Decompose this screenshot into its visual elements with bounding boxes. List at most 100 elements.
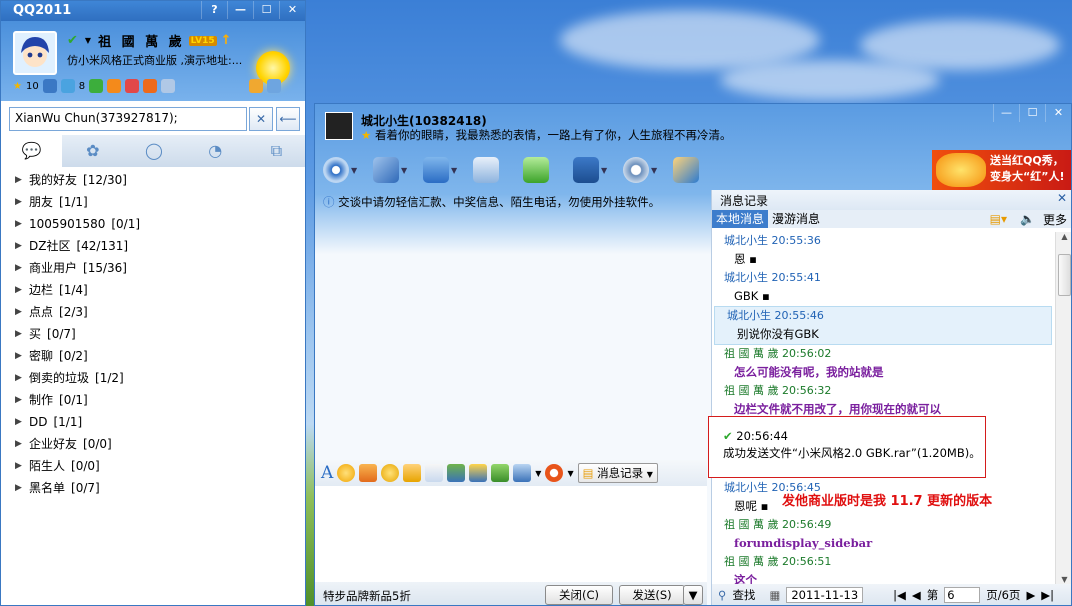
- screenshot-icon[interactable]: [513, 464, 532, 482]
- expand-arrow-icon: ▶: [15, 351, 22, 361]
- friend-group[interactable]: ▶ 朋友 [1/1]: [1, 191, 305, 213]
- send-button[interactable]: 发送(S): [619, 585, 685, 605]
- chevron-down-icon[interactable]: ▼: [535, 469, 541, 478]
- send-file-button[interactable]: ▼: [423, 156, 463, 184]
- friend-group[interactable]: ▶ 边栏 [1/4]: [1, 279, 305, 301]
- search-enter-button[interactable]: ⟵: [276, 107, 300, 131]
- qzone-star-icon[interactable]: ★: [13, 81, 22, 92]
- signature-text[interactable]: 仿小米风格正式商业版 ,演示地址:...: [67, 52, 267, 68]
- weibo-icon[interactable]: [42, 79, 57, 93]
- create-discussion-button[interactable]: [523, 156, 563, 184]
- search-input[interactable]: XianWu Chun(373927817);: [9, 107, 247, 131]
- music-icon[interactable]: [469, 464, 488, 482]
- friend-group[interactable]: ▶ 陌生人 [0/0]: [1, 455, 305, 477]
- hand-icon[interactable]: [403, 464, 422, 482]
- mail-icon[interactable]: [60, 79, 75, 93]
- online-status-icon[interactable]: ✔: [67, 33, 81, 48]
- tab-contacts[interactable]: 💬: [1, 135, 63, 167]
- send-image-icon[interactable]: [491, 464, 510, 482]
- chat-maximize-button[interactable]: ☐: [1019, 104, 1045, 122]
- send-options-button[interactable]: ▼: [683, 585, 703, 605]
- help-icon[interactable]: ?: [201, 1, 227, 19]
- nickname: 祖 國 萬 歲: [98, 35, 185, 50]
- page-input[interactable]: 6: [944, 587, 981, 603]
- contact-avatar[interactable]: [325, 112, 353, 140]
- screen-icon: [473, 157, 499, 183]
- chat-header: 城北小生(10382418) ★ 看着你的眼睛，我最熟悉的表情，一路上有了你，人…: [315, 104, 1071, 152]
- friend-group[interactable]: ▶ 点点 [2/3]: [1, 301, 305, 323]
- friend-group[interactable]: ▶ 我的好友 [12/30]: [1, 169, 305, 191]
- skin-icon[interactable]: [267, 79, 282, 93]
- qqshow-ad-banner[interactable]: 送当红QQ秀， 变身大“红”人!: [932, 150, 1071, 190]
- sync-button[interactable]: [673, 156, 713, 184]
- next-page-icon[interactable]: ▶: [1026, 588, 1035, 602]
- shake-icon[interactable]: [381, 464, 400, 482]
- apps-button[interactable]: ▼: [573, 156, 613, 184]
- friend-group[interactable]: ▶ 黑名单 [0/7]: [1, 477, 305, 499]
- voice-call-button[interactable]: ▼: [373, 156, 413, 184]
- tab-roaming-messages[interactable]: 漫游消息: [768, 210, 824, 228]
- remote-assist-button[interactable]: [473, 156, 513, 184]
- friend-group[interactable]: ▶ 企业好友 [0/0]: [1, 433, 305, 455]
- message-history-button[interactable]: ▤ 消息记录 ▼: [577, 463, 658, 483]
- speaker-icon[interactable]: 🔈: [1020, 212, 1035, 226]
- gift-icon[interactable]: [125, 79, 140, 93]
- last-page-icon[interactable]: ▶|: [1041, 588, 1054, 602]
- friend-group[interactable]: ▶ 制作 [0/1]: [1, 389, 305, 411]
- emoji-icon[interactable]: [337, 464, 356, 482]
- history-search-button[interactable]: 查找: [732, 587, 755, 603]
- friend-group[interactable]: ▶ 买 [0/7]: [1, 323, 305, 345]
- scroll-thumb[interactable]: [1058, 254, 1071, 296]
- scroll-down-icon[interactable]: ▼: [1056, 575, 1071, 584]
- tab-local-messages[interactable]: 本地消息: [712, 210, 769, 228]
- more-link[interactable]: 更多: [1043, 211, 1067, 228]
- calendar-icon[interactable]: ▦: [769, 588, 780, 602]
- friend-group[interactable]: ▶ DD [1/1]: [1, 411, 305, 433]
- friend-group[interactable]: ▶ DZ社区 [42/131]: [1, 235, 305, 257]
- payment-icon[interactable]: [545, 464, 564, 482]
- tab-recent[interactable]: ⧉: [246, 135, 305, 167]
- level-badge[interactable]: LV15: [188, 35, 217, 46]
- clover-icon[interactable]: [89, 79, 104, 93]
- friend-group[interactable]: ▶ 商业用户 [15/36]: [1, 257, 305, 279]
- doodle-icon[interactable]: [425, 464, 444, 482]
- scroll-up-icon[interactable]: ▲: [1056, 232, 1071, 241]
- close-button[interactable]: ✕: [279, 1, 305, 19]
- friend-group[interactable]: ▶ 密聊 [0/2]: [1, 345, 305, 367]
- prev-page-icon[interactable]: ◀: [912, 588, 921, 602]
- video-call-button[interactable]: ▼: [323, 156, 363, 184]
- search-icon[interactable]: ⚲: [718, 588, 726, 602]
- message-input[interactable]: [315, 486, 707, 582]
- success-check-icon: ✔: [723, 429, 733, 443]
- friend-group[interactable]: ▶ 1005901580 [0/1]: [1, 213, 305, 235]
- tab-discussions[interactable]: ◯: [123, 135, 184, 167]
- tab-groups[interactable]: ✿: [62, 135, 123, 167]
- chat-minimize-button[interactable]: —: [993, 104, 1019, 122]
- date-field[interactable]: 2011-11-13: [786, 587, 864, 603]
- mail-count: 8: [78, 80, 86, 92]
- image-icon[interactable]: [447, 464, 466, 482]
- chat-close-button[interactable]: ✕: [1045, 104, 1071, 122]
- close-chat-button[interactable]: 关闭(C): [545, 585, 613, 605]
- tab-microblog[interactable]: ◔: [185, 135, 246, 167]
- close-history-icon[interactable]: ✕: [1057, 191, 1067, 205]
- note-icon[interactable]: [161, 79, 176, 93]
- page-total: 页/6页: [986, 588, 1021, 602]
- chevron-down-icon[interactable]: ▼: [567, 469, 573, 478]
- list-item-selected[interactable]: 城北小生 20:55:46 别说你没有GBK: [714, 306, 1052, 345]
- avatar[interactable]: [13, 31, 57, 75]
- maximize-button[interactable]: ☐: [253, 1, 279, 19]
- font-icon[interactable]: A: [321, 463, 333, 483]
- export-icon[interactable]: ▤▾: [990, 212, 1007, 226]
- history-scrollbar[interactable]: ▲ ▼: [1055, 232, 1071, 584]
- shopping-icon[interactable]: [107, 79, 122, 93]
- status-dropdown-icon[interactable]: ▼: [85, 36, 94, 45]
- magic-emoji-icon[interactable]: [359, 464, 378, 482]
- settings-button[interactable]: ▼: [623, 156, 663, 184]
- first-page-icon[interactable]: |◀: [893, 588, 906, 602]
- friend-group[interactable]: ▶ 倒卖的垃圾 [1/2]: [1, 367, 305, 389]
- minimize-button[interactable]: —: [227, 1, 253, 19]
- wallet-icon[interactable]: [143, 79, 158, 93]
- messagebox-icon[interactable]: [249, 79, 264, 93]
- clear-search-button[interactable]: ✕: [249, 107, 273, 131]
